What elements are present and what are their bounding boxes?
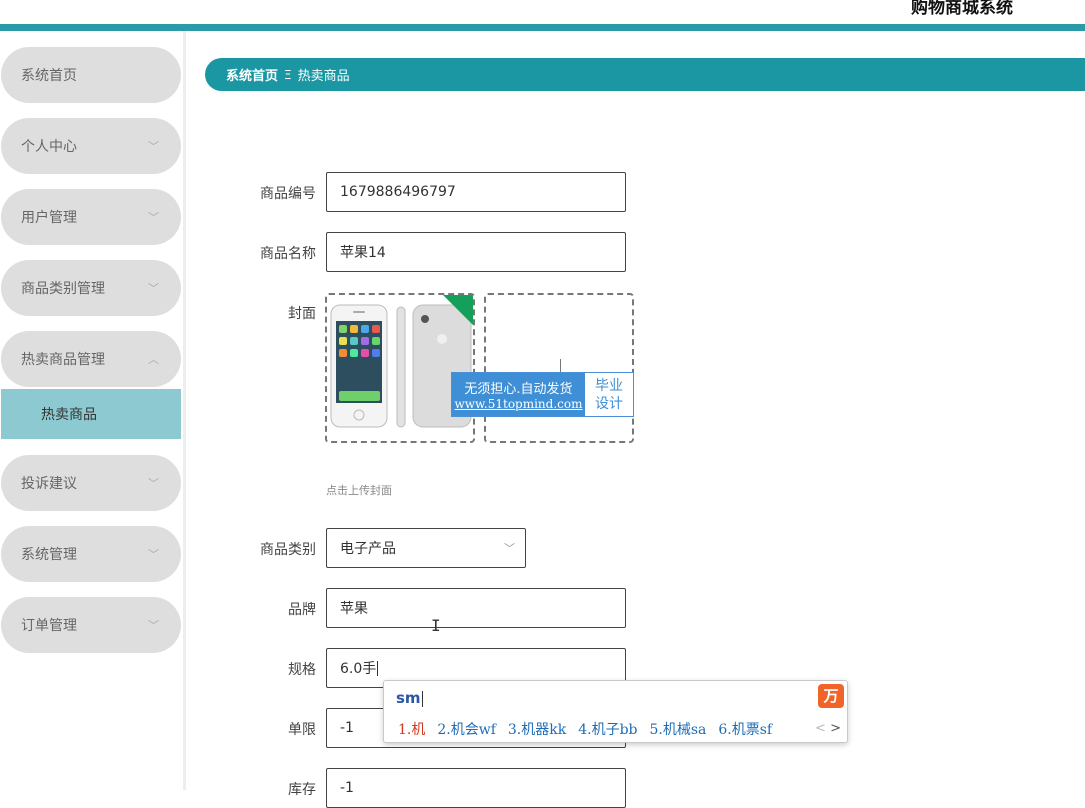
cover-label: 封面	[288, 306, 316, 322]
cover-image-preview[interactable]	[325, 293, 475, 443]
ime-candidate-list: 1.机 2.机会wf 3.机器kk 4.机子bb 5.机械sa 6.机票sf	[398, 719, 772, 739]
chevron-down-icon: ﹀	[148, 548, 159, 561]
watermark-banner: 无须担心.自动发货 www.51topmind.com 毕业 设计	[451, 372, 634, 417]
brand-input[interactable]: 苹果	[326, 588, 626, 628]
chevron-down-icon: ﹀	[148, 619, 159, 632]
watermark-right2: 设计	[595, 395, 623, 412]
ime-candidate[interactable]: 3.机器kk	[508, 719, 566, 739]
plus-icon	[560, 359, 561, 373]
watermark-line1: 无须担心.自动发货	[464, 382, 573, 397]
ime-candidate[interactable]: 2.机会wf	[437, 719, 496, 739]
sidebar-item-label: 投诉建议	[21, 476, 77, 492]
name-label: 商品名称	[260, 246, 316, 262]
brand-label: 品牌	[288, 602, 316, 618]
sidebar-item-label: 个人中心	[21, 139, 77, 155]
breadcrumb-current: 热卖商品	[297, 69, 350, 84]
ime-logo-icon[interactable]: 万	[818, 684, 844, 708]
name-input[interactable]: 苹果14	[326, 232, 626, 272]
sidebar-item-hot-goods-management[interactable]: 热卖商品管理 ︿	[1, 331, 181, 387]
watermark-url: www.51topmind.com	[454, 397, 583, 411]
sidebar-item-label: 系统首页	[21, 68, 77, 84]
breadcrumb-separator-icon: Ξ	[284, 67, 292, 82]
cover-upload-button[interactable]	[484, 293, 634, 443]
sidebar-item-label: 系统管理	[21, 547, 77, 563]
app-title: 购物商城系统	[911, 0, 1013, 18]
category-select[interactable]: 电子产品 ﹀	[326, 528, 526, 568]
watermark-right1: 毕业	[595, 377, 623, 394]
chevron-down-icon: ﹀	[148, 140, 159, 153]
ime-next-page-icon[interactable]: >	[830, 721, 841, 736]
sidebar-item-personal-center[interactable]: 个人中心 ﹀	[1, 118, 181, 174]
code-input-value: 1679886496797	[340, 184, 456, 200]
breadcrumb: 系统首页 Ξ 热卖商品	[205, 58, 1085, 91]
watermark-right: 毕业 设计	[585, 373, 633, 416]
stock-input[interactable]: -1	[326, 768, 626, 808]
sidebar-subitem-label: 热卖商品	[41, 407, 97, 423]
ime-caret	[421, 690, 423, 707]
corner-tag-icon	[443, 295, 473, 325]
input-caret	[377, 660, 379, 676]
limit-input-value: -1	[340, 720, 354, 736]
name-input-value: 苹果14	[340, 245, 386, 261]
spec-input-value: 6.0手	[340, 661, 377, 677]
chevron-down-icon: ﹀	[148, 477, 159, 490]
watermark-left: 无须担心.自动发货 www.51topmind.com	[452, 373, 585, 416]
sidebar-item-home[interactable]: 系统首页	[1, 47, 181, 103]
category-label: 商品类别	[260, 542, 316, 558]
sidebar-item-label: 订单管理	[21, 618, 77, 634]
ime-page-nav: < >	[815, 721, 841, 736]
stock-input-value: -1	[340, 780, 354, 796]
top-header: 购物商城系统	[0, 0, 1085, 24]
sidebar-item-complaints[interactable]: 投诉建议 ﹀	[1, 455, 181, 511]
sidebar-item-system-management[interactable]: 系统管理 ﹀	[1, 526, 181, 582]
upload-hint: 点击上传封面	[326, 484, 392, 497]
sidebar-item-label: 用户管理	[21, 210, 77, 226]
ime-candidate[interactable]: 4.机子bb	[578, 719, 637, 739]
sidebar-item-label: 热卖商品管理	[21, 352, 105, 368]
stock-label: 库存	[288, 782, 316, 798]
ime-prev-page-icon[interactable]: <	[815, 721, 826, 736]
text-cursor-icon: I	[431, 616, 441, 635]
sidebar-subitem-hot-goods[interactable]: 热卖商品	[1, 389, 181, 439]
brand-input-value: 苹果	[340, 601, 368, 617]
sidebar-item-order-management[interactable]: 订单管理 ﹀	[1, 597, 181, 653]
ime-composition: sm	[396, 689, 423, 707]
ime-candidate[interactable]: 5.机械sa	[650, 719, 707, 739]
sidebar-item-label: 商品类别管理	[21, 281, 105, 297]
ime-composition-text: sm	[396, 689, 421, 707]
spec-label: 规格	[288, 662, 316, 678]
sidebar: 系统首页 个人中心 ﹀ 用户管理 ﹀ 商品类别管理 ﹀ 热卖商品管理 ︿ 热卖商…	[0, 31, 186, 790]
chevron-down-icon: ﹀	[504, 542, 515, 555]
code-label: 商品编号	[260, 186, 316, 202]
code-input[interactable]: 1679886496797	[326, 172, 626, 212]
breadcrumb-home-link[interactable]: 系统首页	[226, 65, 278, 84]
ime-candidate[interactable]: 6.机票sf	[718, 719, 772, 739]
chevron-up-icon: ︿	[148, 353, 159, 366]
chevron-down-icon: ﹀	[148, 211, 159, 224]
top-accent-bar	[0, 24, 1085, 31]
chevron-down-icon: ﹀	[148, 282, 159, 295]
category-select-value: 电子产品	[340, 541, 396, 557]
ime-candidate-popup: sm 万 1.机 2.机会wf 3.机器kk 4.机子bb 5.机械sa 6.机…	[383, 680, 848, 743]
sidebar-item-category-management[interactable]: 商品类别管理 ﹀	[1, 260, 181, 316]
limit-label: 单限	[288, 722, 316, 738]
sidebar-item-user-management[interactable]: 用户管理 ﹀	[1, 189, 181, 245]
ime-candidate[interactable]: 1.机	[398, 719, 425, 739]
